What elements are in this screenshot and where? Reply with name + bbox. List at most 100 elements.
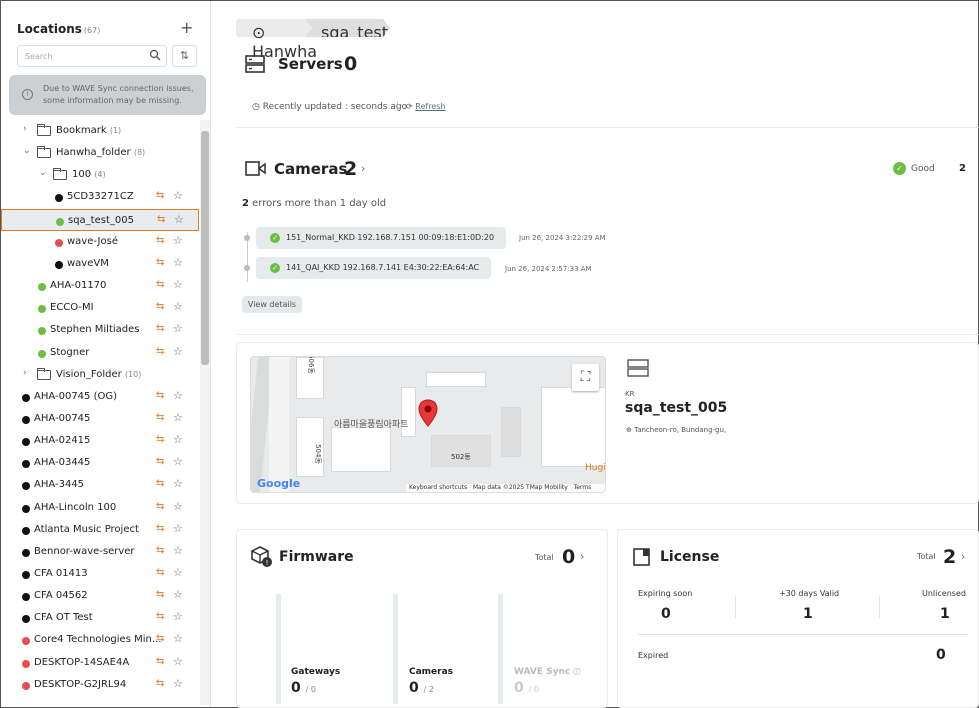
status-dot-icon	[22, 615, 30, 624]
cameras-fw-label: Cameras	[409, 667, 454, 677]
bookmark-star-icon[interactable]: ☆	[173, 322, 183, 335]
add-location-icon[interactable]: +	[180, 18, 193, 37]
bookmark-star-icon[interactable]: ☆	[173, 455, 183, 468]
bookmark-star-icon[interactable]: ☆	[173, 500, 183, 513]
map-building	[501, 407, 521, 457]
cameras-chevron-icon[interactable]: ›	[361, 162, 365, 175]
tree-site[interactable]: Stogner ⇆ ☆	[1, 342, 199, 364]
bookmark-star-icon[interactable]: ☆	[173, 234, 183, 247]
bookmark-star-icon[interactable]: ☆	[173, 655, 183, 668]
bookmark-star-icon[interactable]: ☆	[174, 213, 184, 226]
bookmark-star-icon[interactable]: ☆	[173, 610, 183, 623]
camera-error-item[interactable]: ✓ 141_QAI_KKD 192.168.7.141 E4:30:22:EA:6…	[256, 257, 491, 279]
sort-button[interactable]: ⇅	[172, 45, 197, 67]
status-dot-icon	[55, 194, 63, 203]
tree-site[interactable]: AHA-3445 ⇆ ☆	[1, 474, 199, 496]
sync-icon: ⇆	[156, 234, 165, 246]
tree-site-label: wave-José	[67, 235, 118, 247]
refresh-link[interactable]: ⟳ Refresh	[406, 102, 445, 111]
tree-folder[interactable]: ⌄ Hanwha_folder (8)	[1, 142, 199, 164]
tree-site[interactable]: AHA-03445 ⇆ ☆	[1, 452, 199, 474]
tree-site-label: Stogner	[50, 346, 90, 358]
tree-scroll-thumb[interactable]	[201, 131, 209, 365]
bookmark-star-icon[interactable]: ☆	[173, 522, 183, 535]
terms-link[interactable]: Terms	[574, 484, 592, 491]
bookmark-star-icon[interactable]: ☆	[173, 345, 183, 358]
map-label: 504동	[313, 444, 322, 464]
warning-text: Due to WAVE Sync connection issues, some…	[43, 84, 194, 105]
breadcrumb-root[interactable]: ⊙ Hanwha	[236, 19, 317, 61]
bookmark-star-icon[interactable]: ☆	[173, 300, 183, 313]
chevron-right-icon[interactable]: ›	[23, 368, 27, 378]
bookmark-star-icon[interactable]: ☆	[173, 632, 183, 645]
tree-folder[interactable]: › Bookmark (1)	[1, 120, 199, 142]
tree-site[interactable]: AHA-01170 ⇆ ☆	[1, 275, 199, 297]
tree-site[interactable]: AHA-00745 (OG) ⇆ ☆	[1, 386, 199, 408]
tree-site-label: sqa_test_005	[68, 214, 134, 226]
tree-site-label: AHA-03445	[34, 457, 91, 469]
firmware-total-label: Total	[535, 553, 554, 562]
tree-site[interactable]: Bennor-wave-server ⇆ ☆	[1, 541, 199, 563]
bookmark-star-icon[interactable]: ☆	[173, 544, 183, 557]
tree-site[interactable]: 5CD33271CZ ⇆ ☆	[1, 186, 199, 208]
sync-icon: ⇆	[156, 345, 165, 357]
cameras-count: 2	[344, 158, 358, 180]
fullscreen-button[interactable]: ⛶	[572, 364, 599, 391]
tree-site[interactable]: ECCO-MI ⇆ ☆	[1, 297, 199, 319]
bookmark-star-icon[interactable]: ☆	[173, 278, 183, 291]
site-country: KR	[625, 390, 635, 398]
site-address: ⊕ Tancheon-ro, Bundang-gu,	[626, 426, 727, 434]
chevron-down-icon[interactable]: ⌄	[39, 168, 47, 178]
license-chevron-icon[interactable]: ›	[961, 550, 965, 563]
status-dot-icon	[56, 217, 64, 226]
tree-site[interactable]: CFA 04562 ⇆ ☆	[1, 585, 199, 607]
keyboard-shortcuts-link[interactable]: Keyboard shortcuts	[409, 484, 467, 491]
bookmark-star-icon[interactable]: ☆	[173, 433, 183, 446]
firmware-chevron-icon[interactable]: ›	[580, 550, 584, 563]
tree-site-label: Stephen Miltiades	[50, 324, 140, 336]
sidebar-title: Locations (67)	[17, 22, 101, 36]
tree-site[interactable]: CFA OT Test ⇆ ☆	[1, 607, 199, 629]
bookmark-star-icon[interactable]: ☆	[173, 677, 183, 690]
tree-site[interactable]: DESKTOP-G2JRL94 ⇆ ☆	[1, 674, 199, 696]
map-building	[541, 387, 605, 467]
status-dot-icon	[22, 593, 30, 602]
site-name: sqa_test_005	[625, 400, 728, 416]
bookmark-star-icon[interactable]: ☆	[173, 189, 183, 202]
tree-site[interactable]: Core4 Technologies Min... ⇆ ☆	[1, 629, 199, 651]
bookmark-star-icon[interactable]: ☆	[173, 566, 183, 579]
tree-site[interactable]: sqa_test_005 ⇆ ☆	[1, 208, 199, 231]
tree-site[interactable]: DESKTOP-14SAE4A ⇆ ☆	[1, 652, 199, 674]
servers-count: 0	[344, 53, 358, 75]
map-road	[269, 357, 289, 492]
chevron-right-icon[interactable]: ›	[23, 124, 27, 134]
bookmark-star-icon[interactable]: ☆	[173, 389, 183, 402]
tree-site[interactable]: wave-José ⇆ ☆	[1, 231, 199, 253]
status-dot-icon	[22, 482, 30, 491]
bookmark-star-icon[interactable]: ☆	[173, 477, 183, 490]
sync-icon: ⇆	[156, 279, 165, 291]
sync-icon: ⇆	[156, 611, 165, 623]
tree-site[interactable]: Stephen Miltiades ⇆ ☆	[1, 319, 199, 341]
tree-site[interactable]: AHA-00745 ⇆ ☆	[1, 408, 199, 430]
sync-icon: ⇆	[156, 389, 165, 401]
tree-site[interactable]: AHA-Lincoln 100 ⇆ ☆	[1, 497, 199, 519]
tree-folder[interactable]: ⌄ 100 (4)	[1, 164, 199, 186]
bookmark-star-icon[interactable]: ☆	[173, 588, 183, 601]
good-label: Good	[911, 164, 935, 174]
tree-site[interactable]: AHA-02415 ⇆ ☆	[1, 430, 199, 452]
site-map[interactable]: 506동 504동 502동 아름마을풍림아파트 Hugi ⛶ Google K…	[250, 356, 606, 493]
search-icon[interactable]	[149, 49, 161, 61]
bookmark-star-icon[interactable]: ☆	[173, 411, 183, 424]
sync-icon: ⇆	[156, 633, 165, 645]
bookmark-star-icon[interactable]: ☆	[173, 256, 183, 269]
folder-icon	[37, 146, 51, 159]
search-input[interactable]: Search	[17, 45, 167, 67]
tree-site[interactable]: Atlanta Music Project ⇆ ☆	[1, 519, 199, 541]
camera-error-item[interactable]: ✓ 151_Normal_KKD 192.168.7.151 00:09:18:E…	[256, 227, 506, 249]
tree-site[interactable]: waveVM ⇆ ☆	[1, 253, 199, 275]
chevron-down-icon[interactable]: ⌄	[23, 146, 31, 156]
view-details-button[interactable]: View details	[242, 296, 302, 313]
tree-site[interactable]: CFA 01413 ⇆ ☆	[1, 563, 199, 585]
tree-folder[interactable]: › Vision_Folder (10)	[1, 364, 199, 386]
